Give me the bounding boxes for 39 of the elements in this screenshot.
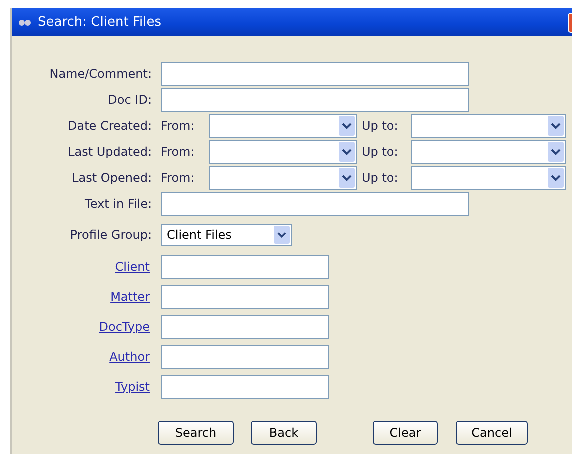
date-dropdown[interactable] <box>411 114 566 138</box>
date-dropdown[interactable] <box>411 166 566 190</box>
field-link[interactable]: Typist <box>12 380 150 394</box>
dialog-button[interactable]: Clear <box>373 421 438 445</box>
field-link[interactable]: Client <box>12 260 150 274</box>
field-label: Last Updated: <box>67 145 152 159</box>
dialog-button[interactable]: Back <box>251 421 317 445</box>
field-label: Profile Group: <box>69 228 152 242</box>
input-field[interactable] <box>161 192 469 216</box>
input-field[interactable] <box>161 374 329 398</box>
up-to-label: Up to: <box>361 119 400 133</box>
field-label: Last Opened: <box>71 171 152 185</box>
date-dropdown[interactable] <box>209 140 357 164</box>
from-label: From: <box>161 171 196 185</box>
input-field[interactable] <box>161 88 469 112</box>
up-to-label: Up to: <box>361 145 400 159</box>
field-label: Date Created: <box>66 119 152 133</box>
field-label: Text in File: <box>84 197 152 211</box>
input-field[interactable] <box>161 254 329 278</box>
date-dropdown[interactable] <box>411 140 566 164</box>
field-label: Name/Comment: <box>48 67 152 81</box>
profile-group-dropdown[interactable]: Client Files <box>161 224 292 246</box>
window-title: Search: Client Files <box>38 14 162 30</box>
dialog-button[interactable]: Search <box>158 421 234 445</box>
from-label: From: <box>161 119 196 133</box>
input-field[interactable] <box>161 284 329 308</box>
field-label: Doc ID: <box>107 93 152 107</box>
field-link[interactable]: DocType <box>12 320 150 334</box>
binoculars-icon <box>18 18 32 26</box>
field-link[interactable]: Matter <box>12 290 150 304</box>
input-field[interactable] <box>161 62 469 86</box>
input-field[interactable] <box>161 344 329 368</box>
input-field[interactable] <box>161 314 329 338</box>
field-link[interactable]: Author <box>12 350 150 364</box>
date-dropdown[interactable] <box>209 114 357 138</box>
date-dropdown[interactable] <box>209 166 357 190</box>
from-label: From: <box>161 145 196 159</box>
dialog-button[interactable]: Cancel <box>456 421 528 445</box>
up-to-label: Up to: <box>361 171 400 185</box>
